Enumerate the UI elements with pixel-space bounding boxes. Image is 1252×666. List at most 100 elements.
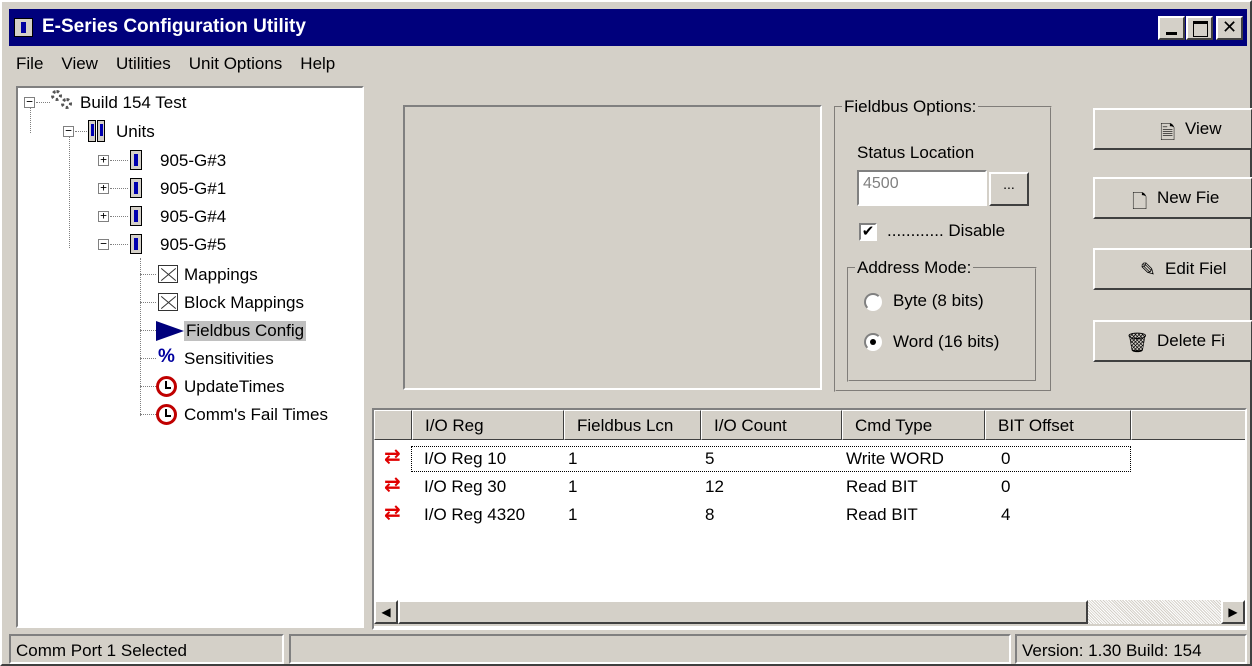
cell-cmd-type: Write WORD (846, 449, 944, 468)
menu-bar: File View Utilities Unit Options Help (9, 52, 346, 79)
view-button[interactable]: 🗎 View (1093, 108, 1252, 150)
document-icon: 🗎 (1160, 123, 1176, 144)
scroll-thumb[interactable] (398, 600, 1088, 624)
tree-label-unit: 905-G#1 (160, 179, 227, 198)
table-row[interactable]: ⇄ I/O Reg 10 1 5 Write WORD 0 (374, 446, 1245, 472)
title-bar[interactable]: E-Series Configuration Utility ✕ (9, 9, 1247, 46)
header-bit-offset[interactable]: BIT Offset (985, 410, 1131, 440)
tree-guide (110, 188, 128, 189)
status-version: Version: 1.30 Build: 154 (1015, 634, 1247, 664)
tree-label-unit: 905-G#4 (160, 207, 227, 226)
tree-guide (140, 414, 156, 415)
tree-item-build[interactable]: − Build 154 Test (18, 90, 358, 116)
minimize-button[interactable] (1158, 16, 1185, 40)
sync-icon: ⇄ (384, 474, 401, 496)
fieldbus-grid[interactable]: I/O Reg Fieldbus Lcn I/O Count Cmd Type … (372, 408, 1247, 630)
collapse-toggle[interactable]: − (24, 96, 35, 108)
menu-help[interactable]: Help (293, 52, 346, 79)
scroll-track[interactable] (1088, 600, 1221, 624)
menu-view[interactable]: View (54, 52, 109, 79)
menu-unit-options[interactable]: Unit Options (182, 52, 294, 79)
cell-io-reg: I/O Reg 30 (424, 477, 507, 496)
mapping-icon (158, 265, 178, 283)
mapping-icon (158, 293, 178, 311)
header-filler (1131, 410, 1245, 440)
delete-fieldbus-button[interactable]: 🗑 Delete Fi (1093, 320, 1252, 362)
tree-item-fieldbus-config[interactable]: Fieldbus Config (18, 318, 358, 344)
header-io-count[interactable]: I/O Count (701, 410, 842, 440)
tree-item-units[interactable]: − Units (18, 119, 358, 145)
tree-guide (140, 274, 156, 275)
scroll-right-button[interactable]: ▶ (1221, 600, 1245, 624)
word-radio[interactable] (864, 333, 882, 351)
tree-item-block-mappings[interactable]: Block Mappings (18, 290, 358, 316)
tree-guide (110, 160, 128, 161)
unit-icon (130, 150, 142, 170)
header-fieldbus-lcn[interactable]: Fieldbus Lcn (564, 410, 701, 440)
expand-toggle[interactable]: + (98, 210, 109, 222)
tree-item-comm-fail-times[interactable]: Comm's Fail Times (18, 402, 358, 428)
close-button[interactable]: ✕ (1216, 16, 1243, 40)
tree-guide (110, 216, 128, 217)
new-fieldbus-button[interactable]: 🗋 New Fie (1093, 177, 1252, 219)
cell-io-count: 12 (705, 477, 724, 496)
maximize-button[interactable] (1186, 16, 1213, 40)
app-icon[interactable] (14, 18, 33, 37)
status-port: Comm Port 1 Selected (9, 634, 284, 664)
table-row[interactable]: ⇄ I/O Reg 4320 1 8 Read BIT 4 (374, 502, 1245, 528)
unit-icon (130, 206, 142, 226)
table-row[interactable]: ⇄ I/O Reg 30 1 12 Read BIT 0 (374, 474, 1245, 500)
status-location-field[interactable]: 4500 (857, 170, 987, 206)
sync-icon: ⇄ (384, 502, 401, 524)
header-cmd-type[interactable]: Cmd Type (842, 410, 985, 440)
clock-icon (156, 404, 177, 425)
horizontal-scrollbar[interactable]: ◀ ▶ (374, 600, 1245, 626)
tree-item-mappings[interactable]: Mappings (18, 262, 358, 288)
header-io-reg[interactable]: I/O Reg (412, 410, 564, 440)
tree-guide (140, 358, 156, 359)
tree-label-unit: 905-G#3 (160, 151, 227, 170)
menu-file[interactable]: File (9, 52, 54, 79)
cell-io-count: 8 (705, 505, 715, 524)
cell-fieldbus-lcn: 1 (568, 449, 578, 468)
tree-item-unit[interactable]: + 905-G#1 (18, 176, 358, 202)
edit-icon: ✎ (1140, 260, 1156, 281)
tree-guide (140, 302, 156, 303)
edit-fieldbus-button[interactable]: ✎ Edit Fiel (1093, 248, 1252, 290)
collapse-toggle[interactable]: − (63, 125, 74, 137)
tree-item-unit[interactable]: + 905-G#4 (18, 204, 358, 230)
cell-io-count: 5 (705, 449, 715, 468)
focus-rect (411, 446, 1131, 472)
tree-item-sensitivities[interactable]: % Sensitivities (18, 346, 358, 372)
tree-guide (110, 244, 128, 245)
tree-label-build: Build 154 Test (80, 93, 187, 112)
cell-cmd-type: Read BIT (846, 477, 918, 496)
expand-toggle[interactable]: + (98, 182, 109, 194)
collapse-toggle[interactable]: − (98, 238, 109, 250)
cell-bit-offset: 4 (1001, 505, 1011, 524)
tree-item-unit[interactable]: − 905-G#5 (18, 232, 358, 258)
cell-fieldbus-lcn: 1 (568, 477, 578, 496)
arrow-icon (156, 321, 184, 341)
cell-bit-offset: 0 (1001, 449, 1011, 468)
scroll-left-button[interactable]: ◀ (374, 600, 398, 624)
header-row-selector[interactable] (374, 410, 412, 440)
status-middle (289, 634, 1011, 664)
cell-io-reg: I/O Reg 4320 (424, 505, 526, 524)
new-document-icon: 🗋 (1132, 192, 1148, 213)
byte-radio[interactable] (864, 293, 882, 311)
tree-item-update-times[interactable]: UpdateTimes (18, 374, 358, 400)
cell-bit-offset: 0 (1001, 477, 1011, 496)
tree-item-unit[interactable]: + 905-G#3 (18, 148, 358, 174)
tree-guide (140, 330, 156, 331)
browse-button[interactable]: ... (989, 172, 1029, 206)
disable-checkbox[interactable]: ✔ (859, 223, 877, 241)
config-tree[interactable]: − Build 154 Test − Units + 905-G#3 + 905… (16, 86, 364, 628)
preview-panel (403, 105, 822, 390)
window-title: E-Series Configuration Utility (42, 16, 306, 37)
trash-icon: 🗑 (1125, 333, 1150, 354)
expand-toggle[interactable]: + (98, 154, 109, 166)
tree-label-units: Units (116, 122, 155, 141)
menu-utilities[interactable]: Utilities (109, 52, 182, 79)
tree-guide (140, 386, 156, 387)
